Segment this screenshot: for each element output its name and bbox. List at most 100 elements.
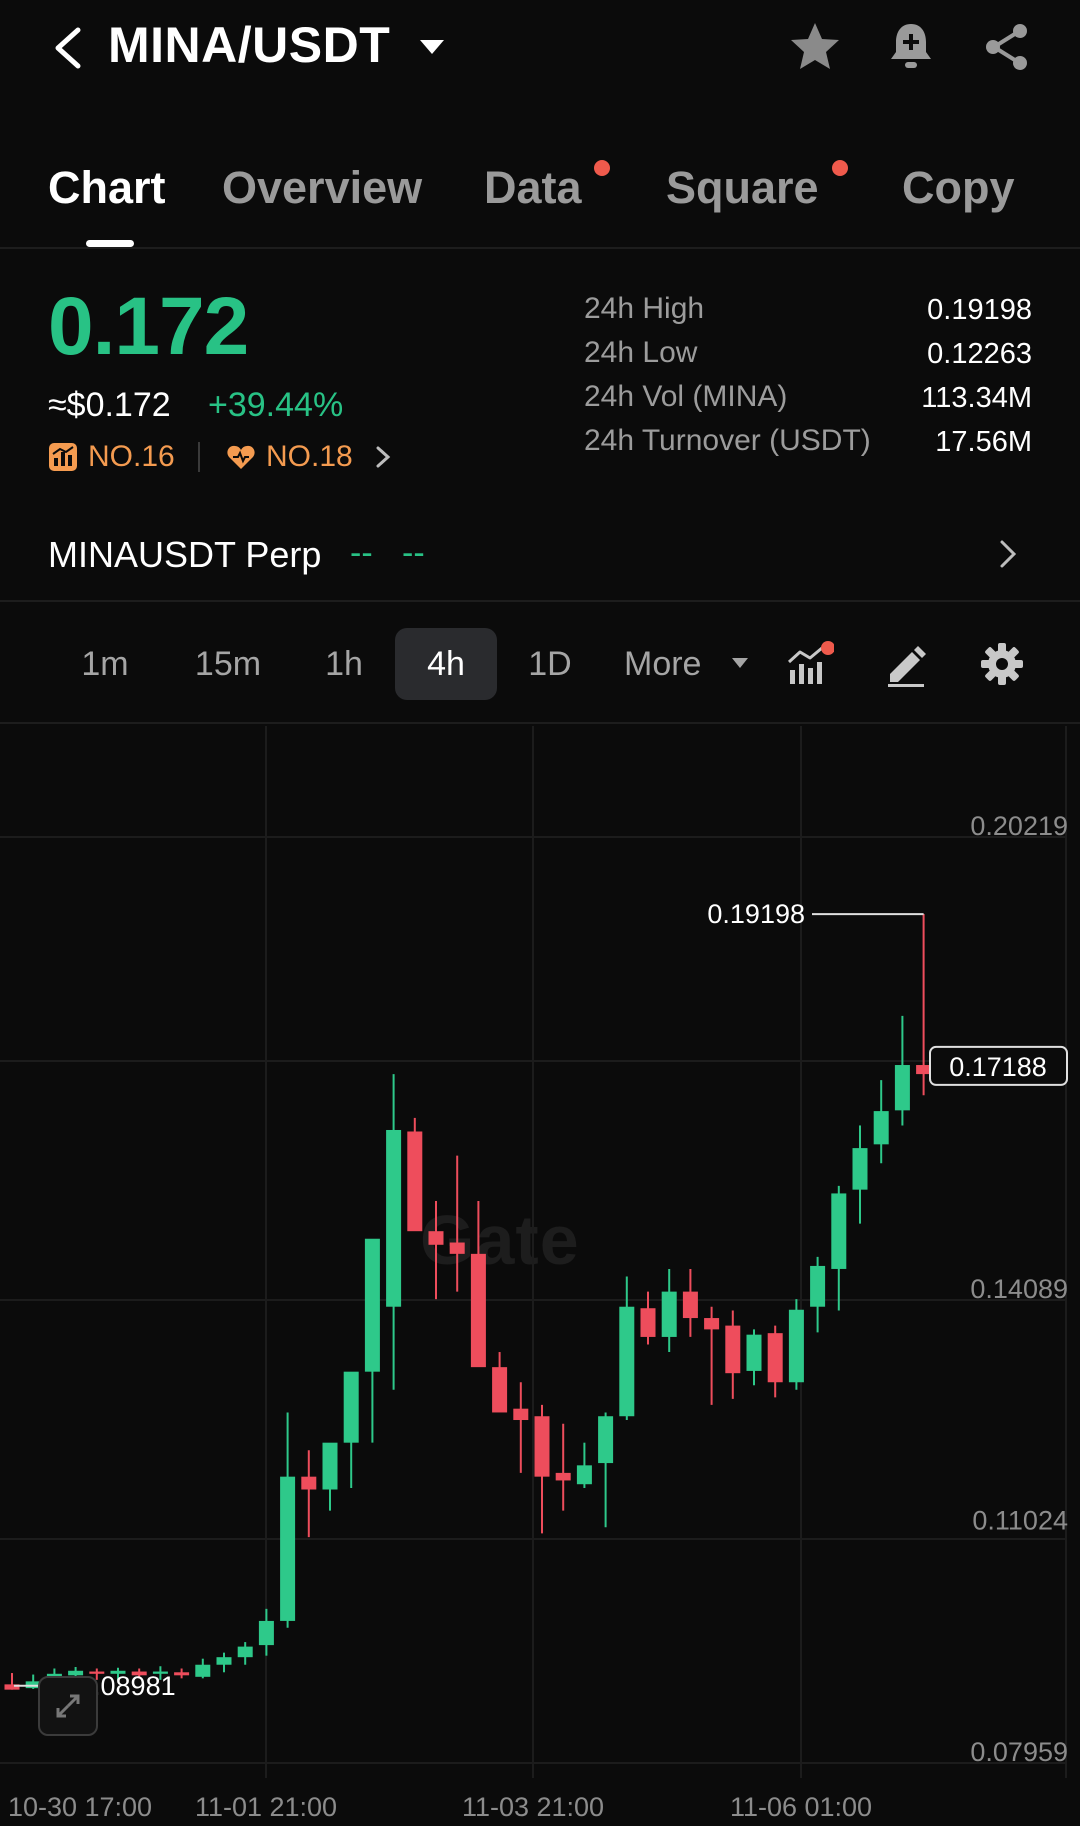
stat-24h-low-label: 24h Low (584, 336, 698, 369)
active-tab-indicator (86, 240, 134, 247)
interval-4h[interactable]: 4h (395, 628, 497, 700)
tab-chart[interactable]: Chart (48, 162, 166, 214)
share-icon[interactable] (978, 18, 1036, 76)
interval-more-label: More (624, 645, 702, 683)
stat-24h-high-value: 0.19198 (927, 294, 1032, 326)
back-arrow-icon[interactable] (50, 26, 86, 70)
tab-overview[interactable]: Overview (222, 162, 422, 214)
candle-body (788, 1309, 804, 1383)
candle-body (682, 1291, 698, 1319)
candle-body (598, 1416, 614, 1464)
star-icon[interactable] (786, 18, 844, 76)
candle-body (513, 1408, 529, 1421)
fullscreen-expand-button[interactable] (38, 1676, 98, 1736)
candle-body (852, 1148, 868, 1190)
chevron-down-icon[interactable] (418, 36, 446, 58)
candlestick-chart[interactable]: 0.20219 0.14089 0.11024 0.07959 10-30 17:00 1… (0, 726, 1080, 1826)
divider (0, 247, 1080, 249)
candle-body (534, 1416, 550, 1477)
pair-title[interactable]: MINA/USDT (108, 16, 390, 74)
tab-copy[interactable]: Copy (902, 162, 1015, 214)
perp-link-row[interactable]: MINAUSDT Perp -- -- (0, 520, 1080, 600)
high-price-label: 0.19198 (707, 899, 805, 929)
candle-body (216, 1657, 232, 1665)
rank-1-text: NO.16 (88, 440, 175, 473)
y-axis-tick-label: 0.20219 (970, 811, 1068, 841)
candle-body (746, 1334, 762, 1371)
last-price: 0.172 (48, 281, 249, 372)
rank-separator (198, 442, 200, 472)
tab-square[interactable]: Square (666, 162, 819, 214)
candle-body (831, 1193, 847, 1269)
candle-body (810, 1265, 826, 1307)
chevron-right-icon (1000, 540, 1017, 568)
perp-name: MINAUSDT Perp (48, 534, 322, 575)
candle-body (619, 1306, 635, 1417)
y-axis-tick-label: 0.07959 (970, 1737, 1068, 1767)
candle-body (237, 1646, 253, 1658)
tab-bar: Chart Overview Data Square Copy (0, 150, 1080, 250)
expand-arrows-icon (56, 1694, 80, 1718)
candle-body (767, 1333, 783, 1383)
draw-pencil-icon[interactable] (882, 640, 930, 688)
x-axis-tick-label: 10-30 17:00 (8, 1792, 152, 1822)
stat-24h-vol-value: 113.34M (921, 382, 1032, 414)
indicator-icon[interactable] (786, 640, 834, 688)
top-bar: MINA/USDT (0, 0, 1080, 100)
stat-24h-turnover-label: 24h Turnover (USDT) (584, 424, 871, 457)
candle-body (576, 1465, 592, 1485)
tab-data-notification-dot (594, 160, 610, 176)
candle-body (555, 1472, 571, 1481)
rank-badge-1[interactable]: NO.16 (48, 440, 175, 474)
perp-change-placeholder: -- (402, 534, 425, 572)
rank-badge-2[interactable]: NO.18 (226, 440, 353, 474)
candle-body (301, 1476, 317, 1490)
candle-body (195, 1664, 211, 1677)
rank-2-text: NO.18 (266, 440, 353, 473)
y-axis-tick-label: 0.14089 (970, 1274, 1068, 1304)
interval-1d[interactable]: 1D (514, 628, 586, 700)
usd-price: ≈$0.172 (48, 386, 171, 424)
tab-square-notification-dot (832, 160, 848, 176)
candle-body (894, 1065, 910, 1111)
interval-1h[interactable]: 1h (306, 628, 382, 700)
candle-body (661, 1291, 677, 1337)
candle-body (873, 1111, 889, 1145)
tab-data[interactable]: Data (484, 162, 582, 214)
x-axis-tick-label: 11-03 21:00 (462, 1792, 604, 1822)
divider (0, 722, 1080, 724)
interval-1m[interactable]: 1m (62, 628, 148, 700)
candle-body (492, 1367, 508, 1413)
candle-body (640, 1308, 656, 1337)
candle-body (258, 1620, 274, 1646)
candle-body (704, 1318, 720, 1330)
interval-15m[interactable]: 15m (180, 628, 276, 700)
settings-gear-icon[interactable] (978, 640, 1026, 688)
divider (0, 600, 1080, 602)
stat-24h-low-value: 0.12263 (927, 338, 1032, 370)
candle-body (322, 1442, 338, 1490)
interval-more[interactable]: More (624, 628, 736, 700)
candle-body (407, 1131, 423, 1232)
heart-rank-icon (227, 445, 255, 469)
chevron-down-icon (732, 658, 748, 668)
candle-body (428, 1231, 444, 1245)
stat-24h-high-label: 24h High (584, 292, 705, 325)
bell-add-icon[interactable] (882, 18, 940, 76)
stat-24h-turnover-value: 17.56M (935, 426, 1032, 458)
last-price-label: 0.17188 (949, 1052, 1047, 1082)
bar-chart-icon (49, 443, 77, 471)
x-axis-tick-label: 11-06 01:00 (730, 1792, 872, 1822)
candle-body (916, 1065, 932, 1075)
percent-change: +39.44% (208, 386, 344, 424)
stat-24h-vol-label: 24h Vol (MINA) (584, 380, 788, 413)
chevron-right-icon[interactable] (374, 444, 392, 470)
candle-body (280, 1476, 296, 1621)
candle-body (449, 1242, 465, 1254)
candle-body (174, 1672, 190, 1676)
x-axis-tick-label: 11-01 21:00 (195, 1792, 337, 1822)
candle-body (470, 1253, 486, 1368)
candle-body (364, 1238, 380, 1372)
perp-price-placeholder: -- (350, 534, 373, 572)
y-axis-tick-label: 0.11024 (972, 1506, 1068, 1536)
